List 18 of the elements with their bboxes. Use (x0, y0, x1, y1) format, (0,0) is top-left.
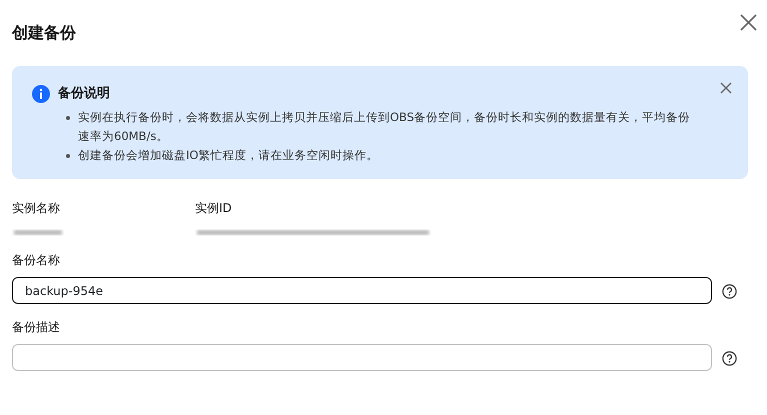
blurred-value (12, 227, 64, 237)
field-label: 备份描述 (12, 319, 61, 336)
bullet-icon (66, 116, 70, 120)
help-icon[interactable] (722, 350, 737, 366)
field-label: 实例名称 (12, 200, 61, 217)
notice-title: 备份说明 (58, 85, 111, 103)
bullet-icon (66, 154, 70, 158)
dialog-title: 创建备份 (12, 22, 76, 44)
info-icon (32, 85, 50, 103)
notice-text: 创建备份会增加磁盘IO繁忙程度，请在业务空闲时操作。 (78, 146, 378, 164)
help-icon[interactable] (722, 284, 737, 299)
text-input[interactable] (12, 344, 712, 371)
notice-text: 实例在执行备份时，会将数据从实例上拷贝并压缩后上传到OBS备份空间，备份时长和实例的数据量有关，平均备份速率为60MB/s。 (78, 108, 692, 144)
close-icon[interactable] (740, 14, 757, 30)
close-icon[interactable] (720, 82, 732, 94)
field-label: 备份名称 (12, 252, 61, 269)
text-input[interactable]: backup-954e (12, 277, 712, 304)
field-label: 实例ID (195, 200, 233, 217)
